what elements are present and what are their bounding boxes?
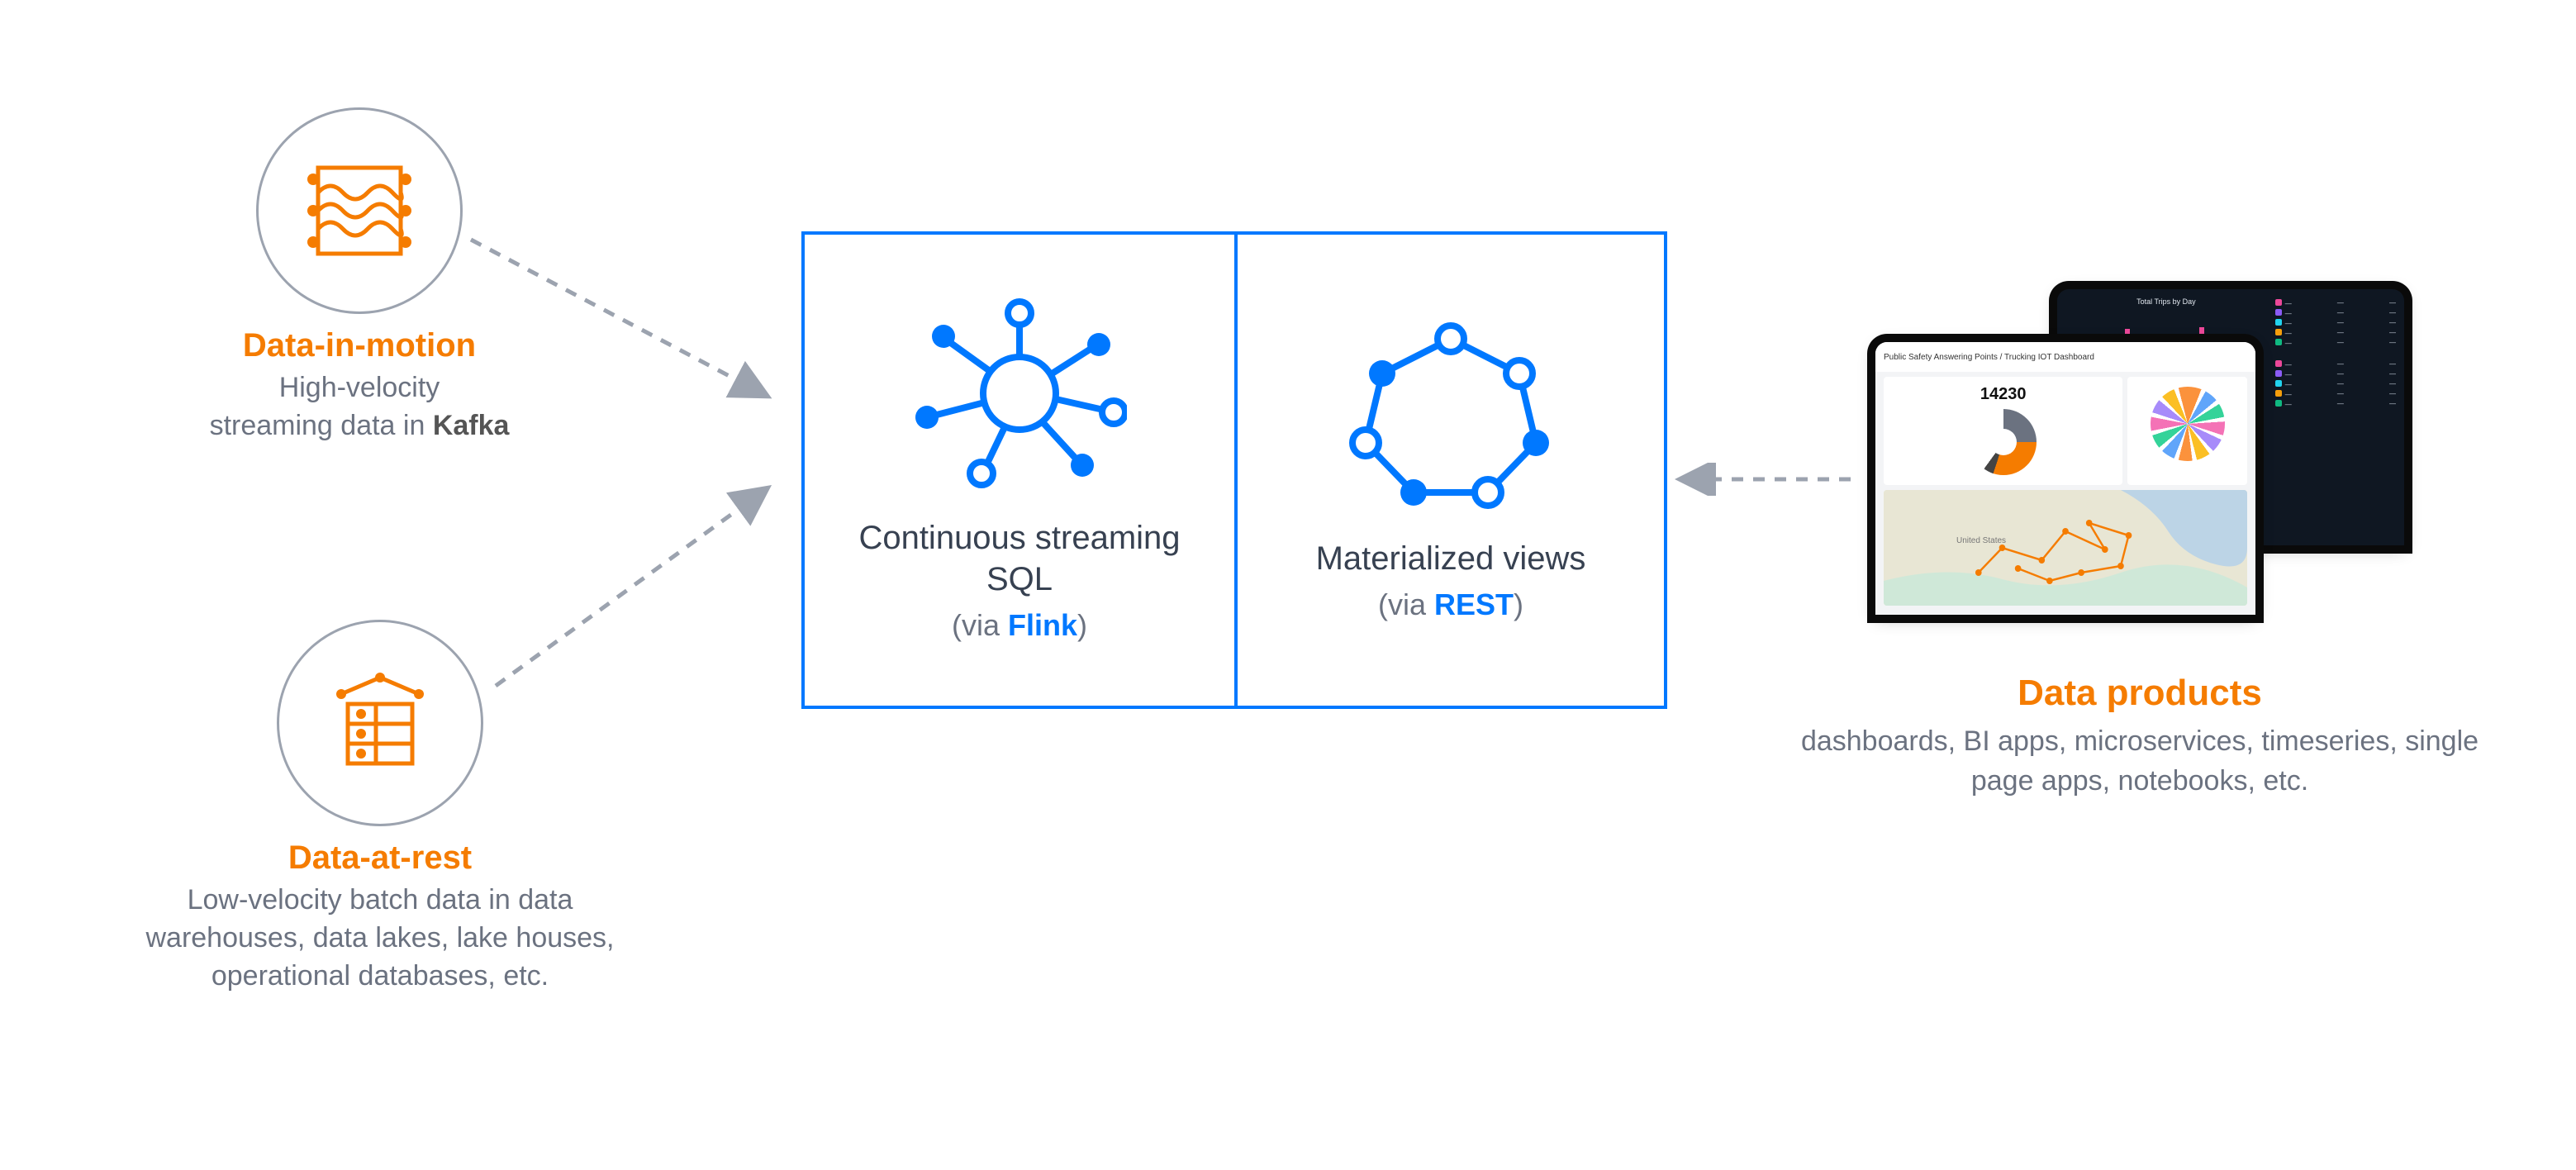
sunburst-chart-icon bbox=[2151, 387, 2225, 461]
data-warehouse-icon bbox=[277, 620, 483, 826]
laptop-front-sunburst-card bbox=[2127, 377, 2247, 485]
laptop-back-title: Total Trips by Day bbox=[2065, 297, 2267, 306]
ring-network-icon bbox=[1347, 319, 1554, 513]
source-data-in-motion: Data-in-motion High-velocity streaming d… bbox=[140, 107, 578, 445]
donut-chart-icon bbox=[1970, 409, 2037, 475]
streaming-sql-sub: (via Flink) bbox=[952, 608, 1087, 643]
data-products-block: Total Trips by Day bbox=[1768, 289, 2512, 801]
laptop-back-legend: ——— ——— ——— ——— ——— ——— ——— ——— ——— ——— bbox=[2275, 289, 2404, 545]
source-data-at-rest: Data-at-rest Low-velocity batch data in … bbox=[107, 620, 653, 996]
data-at-rest-title: Data-at-rest bbox=[107, 839, 653, 877]
laptop-front-header: Public Safety Answering Points / Truckin… bbox=[1875, 342, 2255, 372]
materialized-views-title: Materialized views bbox=[1316, 538, 1586, 579]
data-in-motion-title: Data-in-motion bbox=[140, 327, 578, 364]
laptop-front: Public Safety Answering Points / Truckin… bbox=[1875, 342, 2255, 615]
data-at-rest-desc: Low-velocity batch data in data warehous… bbox=[107, 882, 653, 996]
laptops-illustration: Total Trips by Day bbox=[1875, 289, 2404, 653]
streaming-icon bbox=[256, 107, 463, 314]
box-continuous-streaming-sql: Continuous streaming SQL (via Flink) bbox=[805, 235, 1234, 706]
data-in-motion-desc: High-velocity streaming data in Kafka bbox=[140, 369, 578, 445]
map-label: United States bbox=[1956, 536, 2006, 545]
materialized-views-sub: (via REST) bbox=[1378, 587, 1523, 622]
box-materialized-views: Materialized views (via REST) bbox=[1234, 235, 1664, 706]
laptop-front-kpi-value: 14230 bbox=[1889, 385, 2117, 404]
streaming-sql-title: Continuous streaming SQL bbox=[831, 517, 1208, 600]
data-products-desc: dashboards, BI apps, microservices, time… bbox=[1768, 722, 2512, 801]
network-hub-icon bbox=[912, 298, 1127, 492]
data-products-title: Data products bbox=[1768, 673, 2512, 714]
center-processing-pair: Continuous streaming SQL (via Flink) Mat… bbox=[801, 231, 1667, 709]
laptop-front-kpi-card: 14230 bbox=[1884, 377, 2122, 485]
laptop-front-map: United States bbox=[1884, 490, 2247, 606]
